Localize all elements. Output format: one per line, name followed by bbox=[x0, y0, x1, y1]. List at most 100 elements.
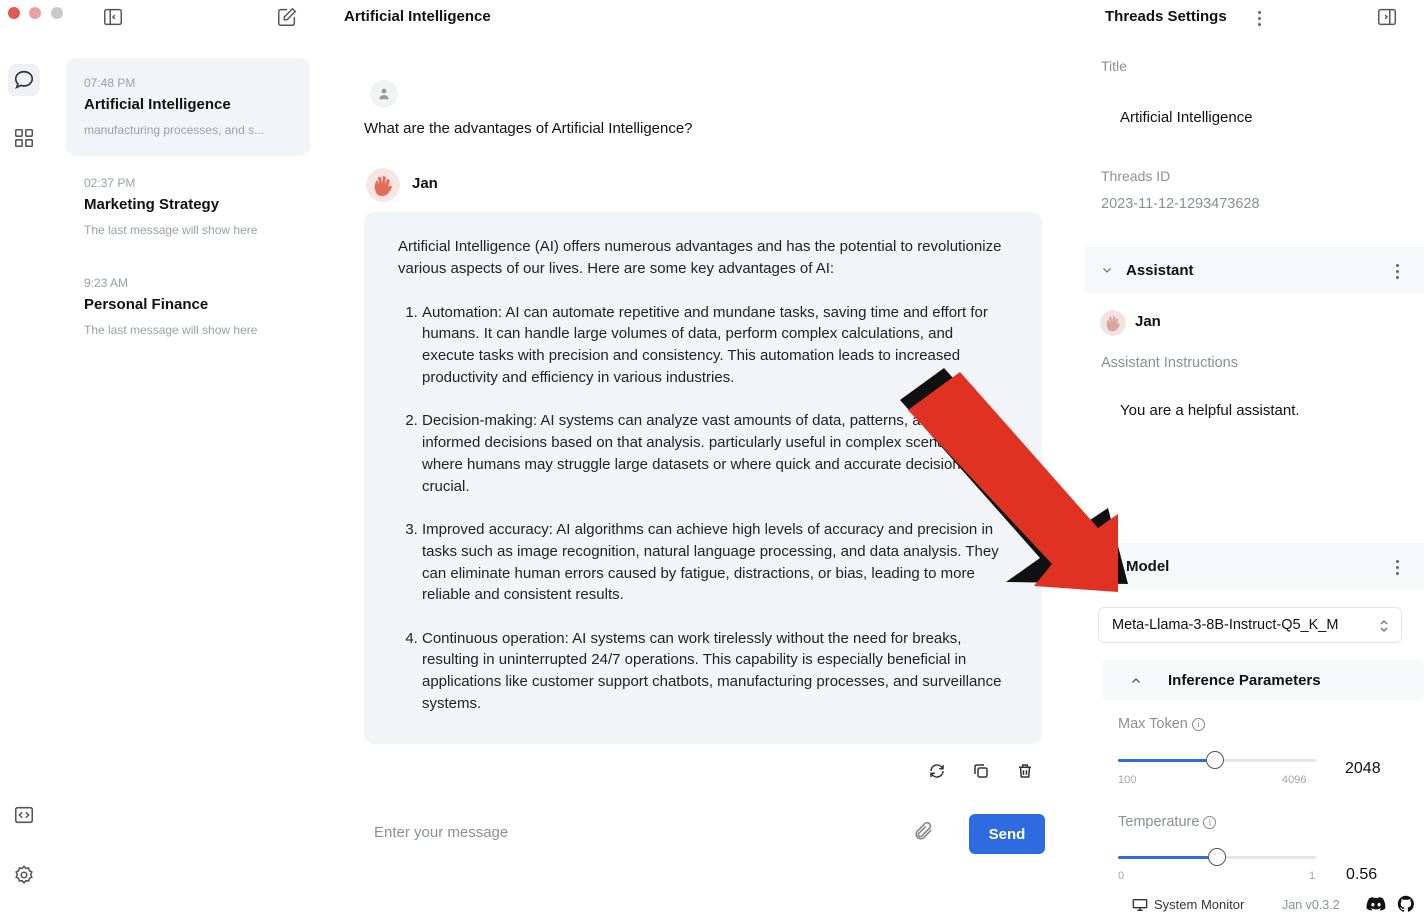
thread-preview: manufacturing processes, and s... bbox=[84, 123, 265, 137]
info-icon: i bbox=[1203, 815, 1217, 829]
attach-button[interactable] bbox=[912, 820, 934, 847]
settings-header: Threads Settings bbox=[1105, 8, 1227, 25]
local-api-nav-button[interactable] bbox=[8, 799, 40, 831]
assistant-section-header[interactable]: Assistant bbox=[1084, 247, 1424, 293]
max-token-value[interactable]: 2048 bbox=[1345, 760, 1381, 778]
regenerate-button[interactable] bbox=[926, 760, 948, 782]
hub-nav-button[interactable] bbox=[8, 122, 40, 154]
thread-preview: The last message will show here bbox=[84, 223, 258, 237]
thread-time: 9:23 AM bbox=[84, 276, 129, 290]
thread-title: Artificial Intelligence bbox=[84, 96, 231, 113]
temperature-min: 0 bbox=[1118, 870, 1125, 882]
assistant-section-title: Assistant bbox=[1126, 262, 1194, 279]
max-token-label-row: Max Token i bbox=[1118, 716, 1205, 732]
model-section-title: Model bbox=[1126, 558, 1170, 575]
chevron-updown-icon bbox=[1380, 619, 1388, 633]
assistant-avatar-small bbox=[1100, 310, 1126, 336]
answer-point: Continuous operation: AI systems can wor… bbox=[422, 628, 1008, 715]
temperature-slider-thumb[interactable] bbox=[1208, 848, 1226, 866]
answer-list: Automation: AI can automate repetitive a… bbox=[398, 302, 1008, 715]
max-token-slider-thumb[interactable] bbox=[1206, 751, 1225, 769]
title-label: Title bbox=[1101, 58, 1127, 74]
chat-bubble-icon bbox=[14, 70, 34, 89]
discord-icon bbox=[1366, 897, 1386, 911]
chevron-up-icon bbox=[1132, 678, 1140, 683]
thread-item[interactable]: 07:48 PM Artificial Intelligence manufac… bbox=[66, 58, 310, 156]
app-version: Jan v0.3.2 bbox=[1282, 898, 1340, 912]
system-monitor-label: System Monitor bbox=[1154, 897, 1245, 912]
chat-title: Artificial Intelligence bbox=[344, 8, 491, 25]
max-token-label: Max Token bbox=[1118, 716, 1188, 732]
temperature-label: Temperature bbox=[1118, 814, 1200, 830]
answer-point: Improved accuracy: AI algorithms can ach… bbox=[422, 519, 1008, 606]
monitor-icon bbox=[1132, 898, 1148, 911]
model-section-header[interactable]: Model bbox=[1084, 543, 1424, 589]
message-input[interactable] bbox=[374, 818, 894, 846]
close-window-button[interactable] bbox=[8, 7, 20, 19]
assistant-message: Artificial Intelligence (AI) offers nume… bbox=[364, 212, 1042, 744]
settings-nav-button[interactable] bbox=[8, 859, 40, 891]
temperature-slider-fill bbox=[1118, 856, 1217, 859]
system-monitor-button[interactable]: System Monitor bbox=[1132, 897, 1244, 912]
max-token-min: 100 bbox=[1118, 774, 1137, 786]
copy-icon bbox=[974, 764, 988, 778]
answer-point: Decision-making: AI systems can analyze … bbox=[422, 410, 1008, 497]
edit-icon bbox=[278, 7, 297, 26]
trash-icon bbox=[1019, 764, 1031, 778]
inference-section-header[interactable]: Inference Parameters bbox=[1102, 660, 1424, 700]
message-composer: Send bbox=[364, 808, 1048, 856]
settings-menu-button[interactable] bbox=[1258, 11, 1261, 26]
github-icon bbox=[1397, 895, 1414, 912]
user-avatar bbox=[370, 80, 398, 108]
user-icon bbox=[379, 88, 389, 100]
thread-id-label: Threads ID bbox=[1101, 168, 1171, 184]
delete-button[interactable] bbox=[1014, 760, 1036, 782]
info-icon: i bbox=[1191, 717, 1205, 731]
inference-section-title: Inference Parameters bbox=[1168, 672, 1321, 689]
temperature-value[interactable]: 0.56 bbox=[1346, 866, 1377, 884]
chevron-down-icon bbox=[1103, 268, 1111, 273]
thread-settings-panel: Threads Settings Title Artificial Intell… bbox=[1084, 0, 1424, 892]
temperature-slider[interactable] bbox=[1118, 848, 1316, 866]
gear-icon bbox=[15, 865, 33, 884]
temperature-max: 1 bbox=[1309, 870, 1316, 882]
copy-button[interactable] bbox=[970, 760, 992, 782]
threads-panel: 07:48 PM Artificial Intelligence manufac… bbox=[50, 0, 322, 922]
thread-item[interactable]: 02:37 PM Marketing Strategy The last mes… bbox=[66, 158, 310, 256]
refresh-icon bbox=[930, 764, 944, 778]
toggle-right-panel-button[interactable] bbox=[1376, 6, 1398, 33]
discord-link[interactable] bbox=[1366, 896, 1386, 917]
instructions-field[interactable]: You are a helpful assistant. bbox=[1120, 402, 1300, 419]
answer-point: Automation: AI can automate repetitive a… bbox=[422, 302, 1008, 389]
model-menu-button[interactable] bbox=[1396, 560, 1399, 575]
max-token-slider-fill bbox=[1118, 759, 1216, 762]
waving-hand-icon bbox=[366, 168, 400, 202]
sidebar-left-icon bbox=[104, 8, 122, 26]
assistant-avatar bbox=[366, 168, 400, 202]
max-token-slider[interactable] bbox=[1118, 751, 1316, 769]
thread-item[interactable]: 9:23 AM Personal Finance The last messag… bbox=[66, 258, 310, 356]
user-message: What are the advantages of Artificial In… bbox=[364, 120, 693, 137]
max-token-max: 4096 bbox=[1282, 774, 1307, 786]
icon-rail bbox=[0, 0, 63, 922]
assistant-menu-button[interactable] bbox=[1396, 264, 1399, 279]
chat-panel: Artificial Intelligence What are the adv… bbox=[322, 0, 1084, 922]
send-button[interactable]: Send bbox=[969, 814, 1045, 854]
github-link[interactable] bbox=[1397, 895, 1415, 918]
toggle-left-panel-button[interactable] bbox=[102, 6, 124, 33]
thread-time: 07:48 PM bbox=[84, 76, 136, 90]
model-select[interactable]: Meta-Llama-3-8B-Instruct-Q5_K_M bbox=[1098, 607, 1402, 643]
assistant-name-value: Jan bbox=[1135, 313, 1161, 330]
paperclip-icon bbox=[915, 821, 932, 840]
new-thread-button[interactable] bbox=[276, 6, 298, 33]
model-select-value: Meta-Llama-3-8B-Instruct-Q5_K_M bbox=[1112, 617, 1339, 633]
title-field[interactable]: Artificial Intelligence bbox=[1120, 109, 1253, 126]
minimize-window-button[interactable] bbox=[29, 7, 41, 19]
assistant-name: Jan bbox=[412, 175, 438, 192]
answer-intro: Artificial Intelligence (AI) offers nume… bbox=[398, 238, 1002, 277]
code-box-icon bbox=[14, 806, 34, 824]
inference-parameters: Inference Parameters Max Token i 100 4096… bbox=[1102, 660, 1424, 892]
chat-nav-button[interactable] bbox=[8, 64, 40, 96]
sidebar-right-icon bbox=[1378, 8, 1396, 26]
waving-hand-icon bbox=[1100, 310, 1126, 336]
